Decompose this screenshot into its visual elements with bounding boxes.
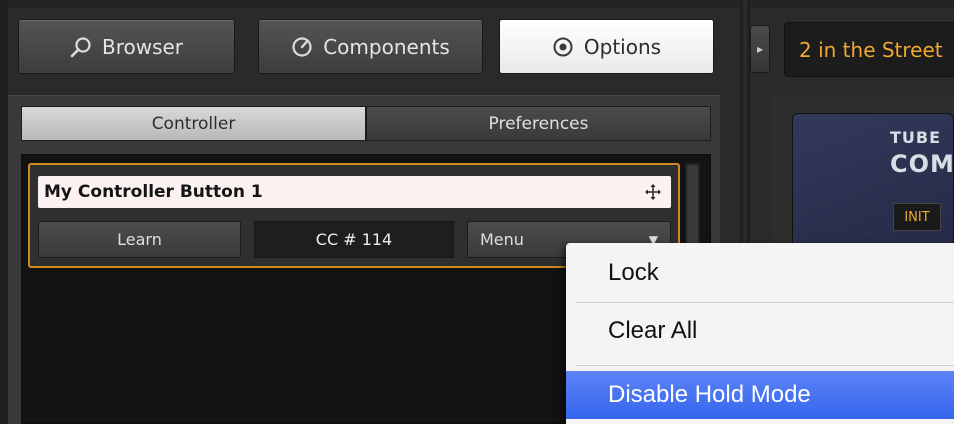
- move-icon[interactable]: [645, 184, 661, 205]
- menu-separator: [576, 365, 954, 366]
- top-strip: [0, 0, 954, 8]
- components-button[interactable]: Components: [258, 19, 483, 74]
- options-button[interactable]: Options: [499, 19, 714, 74]
- plugin-title-line2: COM: [890, 150, 954, 178]
- search-icon: [70, 36, 92, 58]
- options-tabs: Controller Preferences: [21, 106, 711, 141]
- menu-item-clear-all-label: Clear All: [608, 317, 698, 344]
- app-window: Browser Components Options ▸ 2 in the St…: [0, 0, 954, 424]
- menu-item-lock-label: Lock: [608, 259, 659, 286]
- preset-name: 2 in the Street: [799, 37, 943, 62]
- target-icon: [552, 36, 574, 58]
- mapping-name-field[interactable]: My Controller Button 1: [38, 176, 671, 208]
- mapping-menu-label: Menu: [480, 230, 524, 249]
- tab-preferences[interactable]: Preferences: [366, 106, 711, 141]
- menu-separator: [576, 302, 954, 303]
- chevron-right-icon: ▸: [756, 42, 764, 56]
- plugin-title-line1: TUBE: [890, 128, 942, 147]
- tab-controller[interactable]: Controller: [21, 106, 366, 141]
- cc-number-display: CC # 114: [254, 221, 454, 258]
- gauge-icon: [291, 36, 313, 58]
- components-button-label: Components: [323, 34, 450, 59]
- cc-number: CC # 114: [315, 230, 393, 249]
- browser-button[interactable]: Browser: [18, 19, 235, 74]
- init-button[interactable]: INIT: [893, 203, 941, 231]
- menu-item-disable-hold-mode[interactable]: Disable Hold Mode: [566, 371, 954, 419]
- preset-name-display[interactable]: 2 in the Street: [784, 22, 954, 77]
- mapping-name: My Controller Button 1: [44, 182, 263, 202]
- learn-button-label: Learn: [117, 230, 162, 249]
- menu-item-clear-all[interactable]: Clear All: [566, 306, 954, 356]
- tab-controller-label: Controller: [151, 113, 236, 134]
- left-frame: [0, 0, 8, 424]
- menu-item-disable-hold-mode-label: Disable Hold Mode: [608, 381, 811, 408]
- init-button-label: INIT: [904, 209, 930, 225]
- browser-button-label: Browser: [101, 34, 184, 59]
- tab-preferences-label: Preferences: [488, 113, 589, 134]
- menu-item-lock[interactable]: Lock: [566, 248, 954, 298]
- options-button-label: Options: [583, 34, 662, 59]
- context-menu: Lock Clear All Disable Hold Mode: [566, 243, 954, 424]
- learn-button[interactable]: Learn: [38, 221, 241, 258]
- collapse-button[interactable]: ▸: [750, 25, 770, 73]
